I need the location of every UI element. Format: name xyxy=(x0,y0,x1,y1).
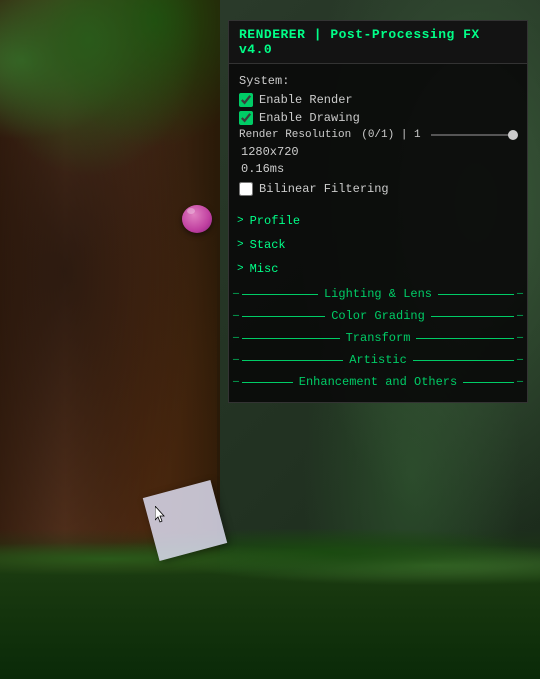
divider-label-2: Transform xyxy=(346,331,411,345)
divider-arrow-right-0: — xyxy=(517,289,523,300)
bilinear-filtering-checkbox[interactable] xyxy=(239,182,253,196)
panel-body: System: Enable Render Enable Drawing Ren… xyxy=(229,64,527,210)
divider-row-transform[interactable]: — Transform — xyxy=(229,328,527,348)
enable-drawing-checkbox[interactable] xyxy=(239,111,253,125)
render-resolution-row: Render Resolution (0/1) | 1 xyxy=(239,129,517,141)
divider-line-right-2 xyxy=(416,338,514,339)
enable-drawing-label: Enable Drawing xyxy=(259,111,360,125)
berry-decoration xyxy=(182,205,212,233)
enable-render-row: Enable Render xyxy=(239,93,517,107)
divider-row-color-grading[interactable]: — Color Grading — xyxy=(229,306,527,326)
divider-arrow-right-3: — xyxy=(517,355,523,366)
foliage xyxy=(0,0,220,200)
divider-line-right-4 xyxy=(463,382,514,383)
divider-label-3: Artistic xyxy=(349,353,407,367)
cursor-icon xyxy=(155,506,167,524)
divider-arrow-right-1: — xyxy=(517,311,523,322)
collapsible-label-0: Profile xyxy=(250,214,300,228)
panel-title: RENDERER | Post-Processing FX v4.0 xyxy=(239,27,517,57)
divider-line-left-1 xyxy=(242,316,325,317)
collapsible-label-1: Stack xyxy=(250,238,286,252)
resolution-display: 1280x720 xyxy=(239,145,517,159)
collapsibles-container: > Profile > Stack > Misc xyxy=(229,210,527,280)
renderer-panel: RENDERER | Post-Processing FX v4.0 Syste… xyxy=(228,20,528,403)
divider-line-right-1 xyxy=(431,316,514,317)
divider-line-left-2 xyxy=(242,338,340,339)
divider-arrow-left-4: — xyxy=(233,377,239,388)
dividers-container: — Lighting & Lens — — Color Grading — — … xyxy=(229,284,527,392)
divider-line-right-3 xyxy=(413,360,514,361)
panel-header: RENDERER | Post-Processing FX v4.0 xyxy=(229,21,527,64)
collapsible-item-misc[interactable]: > Misc xyxy=(229,258,527,280)
divider-arrow-left-0: — xyxy=(233,289,239,300)
divider-row-artistic[interactable]: — Artistic — xyxy=(229,350,527,370)
enable-drawing-row: Enable Drawing xyxy=(239,111,517,125)
divider-label-4: Enhancement and Others xyxy=(299,375,457,389)
divider-arrow-right-2: — xyxy=(517,333,523,344)
collapsible-arrow-0: > xyxy=(237,215,244,227)
ground xyxy=(0,529,540,679)
render-resolution-slider-container xyxy=(431,134,517,136)
timing-display: 0.16ms xyxy=(239,162,517,176)
divider-arrow-left-3: — xyxy=(233,355,239,366)
divider-line-left-4 xyxy=(242,382,293,383)
collapsible-arrow-2: > xyxy=(237,263,244,275)
bilinear-filtering-row: Bilinear Filtering xyxy=(239,182,517,196)
divider-arrow-left-1: — xyxy=(233,311,239,322)
slider-track[interactable] xyxy=(431,134,517,136)
render-resolution-label: Render Resolution xyxy=(239,129,351,141)
system-label: System: xyxy=(239,74,517,88)
divider-arrow-right-4: — xyxy=(517,377,523,388)
collapsible-arrow-1: > xyxy=(237,239,244,251)
enable-render-label: Enable Render xyxy=(259,93,353,107)
divider-line-left-3 xyxy=(242,360,343,361)
divider-row-enhancement-and-others[interactable]: — Enhancement and Others — xyxy=(229,372,527,392)
bilinear-filtering-label: Bilinear Filtering xyxy=(259,182,389,196)
slider-thumb xyxy=(508,130,518,140)
collapsible-label-2: Misc xyxy=(250,262,279,276)
render-resolution-value: (0/1) | 1 xyxy=(361,129,420,141)
collapsible-item-stack[interactable]: > Stack xyxy=(229,234,527,256)
divider-arrow-left-2: — xyxy=(233,333,239,344)
divider-label-1: Color Grading xyxy=(331,309,425,323)
enable-render-checkbox[interactable] xyxy=(239,93,253,107)
divider-row-lighting-&-lens[interactable]: — Lighting & Lens — xyxy=(229,284,527,304)
divider-label-0: Lighting & Lens xyxy=(324,287,432,301)
divider-line-right-0 xyxy=(438,294,514,295)
collapsible-item-profile[interactable]: > Profile xyxy=(229,210,527,232)
divider-line-left-0 xyxy=(242,294,318,295)
